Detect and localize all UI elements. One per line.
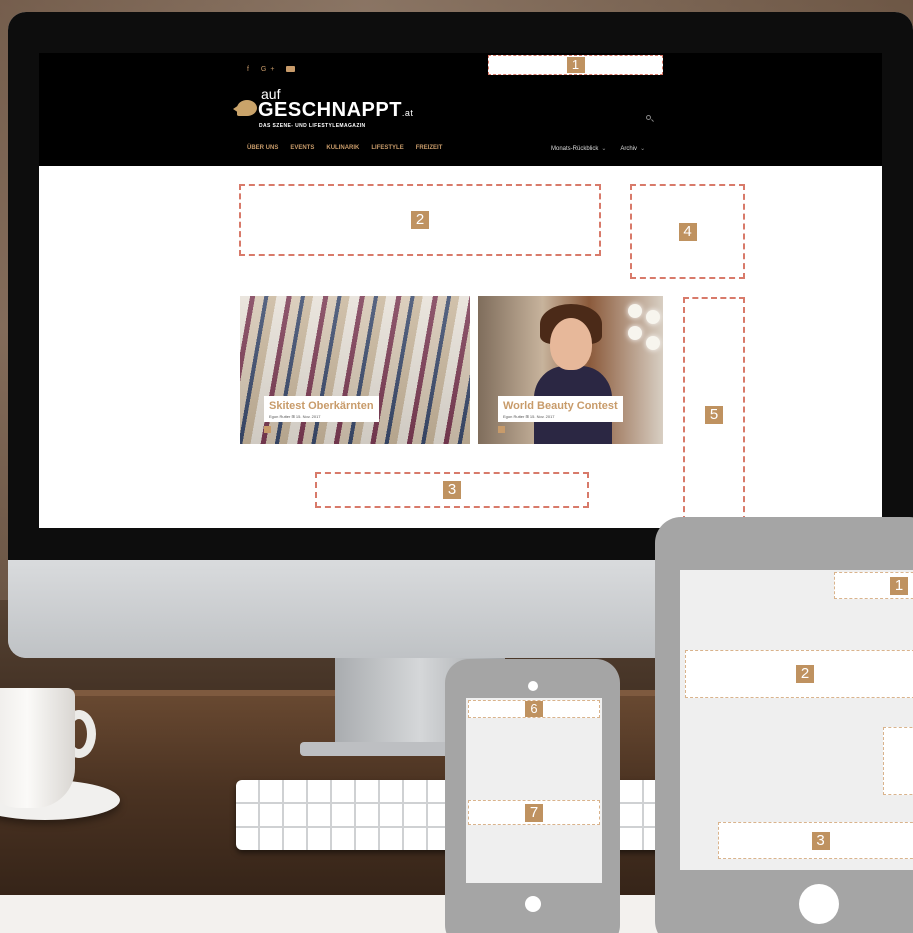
ad-slot-badge: 6 xyxy=(525,701,543,717)
main-nav: ÜBER UNS EVENTS KULINARIK LIFESTYLE FREI… xyxy=(247,145,442,151)
article-card-label: Skitest Oberkärnten Egon Rutter ⊞ 15. No… xyxy=(264,396,379,422)
search-icon[interactable] xyxy=(646,115,651,120)
ad-slot-2: 2 xyxy=(239,184,601,256)
tablet-home-button xyxy=(799,884,839,924)
ad-slot-badge: 5 xyxy=(705,405,723,424)
phone-camera xyxy=(528,681,538,691)
nav-item-ueber-uns[interactable]: ÜBER UNS xyxy=(247,145,278,151)
ad-slot-badge: 2 xyxy=(796,665,814,683)
tablet-ad-slot-4 xyxy=(883,727,913,795)
logo-suffix: .at xyxy=(401,108,414,118)
nav-item-lifestyle[interactable]: LIFESTYLE xyxy=(371,145,403,151)
tablet-ad-slot-1: 1 xyxy=(834,572,913,599)
category-marker xyxy=(264,426,271,433)
ad-slot-5: 5 xyxy=(683,297,745,528)
ad-slot-badge: 4 xyxy=(678,222,697,241)
secondary-nav: Monats-Rückblick ⌄ Archiv ⌄ xyxy=(551,145,645,152)
chevron-down-icon: ⌄ xyxy=(601,146,607,152)
desktop-screen: f G+ auf GESCHNAPPT.at DAS SZENE- UND LI… xyxy=(39,53,882,528)
chevron-down-icon: ⌄ xyxy=(640,146,646,152)
ad-slot-3: 3 xyxy=(315,472,589,508)
ad-slot-badge: 3 xyxy=(811,831,830,850)
tablet-ad-slot-3: 3 xyxy=(718,822,913,859)
article-card-label: World Beauty Contest Egon Rutter ⊞ 15. N… xyxy=(498,396,623,422)
facebook-icon[interactable]: f xyxy=(247,66,253,73)
phone-home-button xyxy=(525,896,541,912)
site-header: f G+ auf GESCHNAPPT.at DAS SZENE- UND LI… xyxy=(39,53,882,166)
social-links: f G+ xyxy=(247,66,297,73)
logo-name: GESCHNAPPT.at xyxy=(258,99,414,121)
logo-tagline: DAS SZENE- UND LIFESTYLEMAGAZIN xyxy=(259,123,366,129)
nav-item-archiv[interactable]: Archiv ⌄ xyxy=(620,145,645,152)
phone-screen xyxy=(466,698,602,883)
google-plus-icon[interactable]: G+ xyxy=(261,66,279,73)
article-meta: Egon Rutter ⊞ 15. Nov. 2017 xyxy=(503,414,555,419)
article-meta: Egon Rutter ⊞ 15. Nov. 2017 xyxy=(269,414,321,419)
ad-slot-badge: 1 xyxy=(566,57,585,73)
ad-slot-badge: 1 xyxy=(890,576,908,595)
phone-ad-slot-7: 7 xyxy=(468,800,600,825)
category-marker xyxy=(498,426,505,433)
ad-slot-badge: 3 xyxy=(443,481,461,499)
article-card-skitest[interactable]: Skitest Oberkärnten Egon Rutter ⊞ 15. No… xyxy=(240,296,470,444)
coffee-cup xyxy=(0,688,75,808)
tablet-ad-slot-2: 2 xyxy=(685,650,913,698)
ad-slot-badge: 7 xyxy=(525,803,543,822)
phone-ad-slot-6: 6 xyxy=(468,700,600,718)
ad-slot-1: 1 xyxy=(488,55,663,75)
nav-item-events[interactable]: EVENTS xyxy=(290,145,314,151)
article-card-beauty-contest[interactable]: World Beauty Contest Egon Rutter ⊞ 15. N… xyxy=(478,296,663,444)
nav-item-kulinarik[interactable]: KULINARIK xyxy=(326,145,359,151)
nav-item-freizeit[interactable]: FREIZEIT xyxy=(416,145,443,151)
youtube-icon[interactable] xyxy=(286,66,296,73)
article-title[interactable]: World Beauty Contest xyxy=(503,400,618,412)
article-title[interactable]: Skitest Oberkärnten xyxy=(269,400,374,412)
ad-slot-badge: 2 xyxy=(411,211,429,229)
logo-bird-icon xyxy=(237,100,257,116)
nav-item-monats-rueckblick[interactable]: Monats-Rückblick ⌄ xyxy=(551,145,606,152)
ad-slot-4: 4 xyxy=(630,184,745,279)
